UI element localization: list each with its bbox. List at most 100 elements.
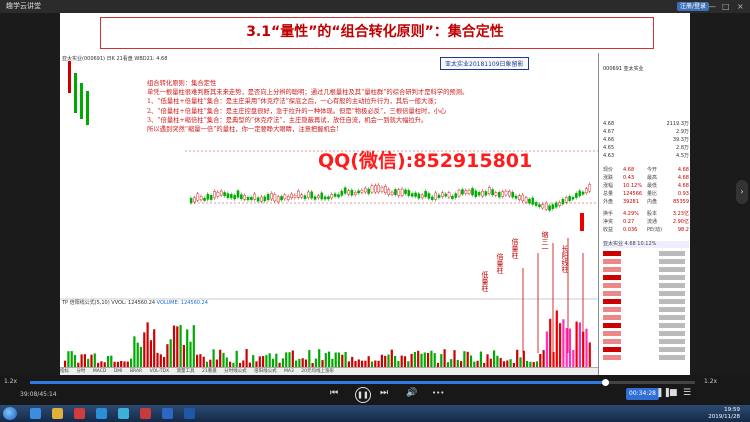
tab-item[interactable]: DMI: [114, 369, 123, 374]
candle: [290, 193, 293, 199]
candle: [477, 191, 481, 196]
candle: [467, 190, 471, 194]
quote-label: 收益: [603, 227, 614, 233]
volume-bar: [456, 360, 459, 367]
candle: [581, 191, 585, 195]
close-icon[interactable]: ×: [737, 0, 744, 13]
next-slide-button[interactable]: ›: [736, 180, 748, 204]
candle: [236, 190, 240, 198]
tab-item[interactable]: 测量工具: [177, 369, 195, 374]
annotation-long-yang: 长阳线柱: [561, 245, 569, 273]
tab-item[interactable]: MACD: [93, 369, 107, 374]
candle: [387, 189, 391, 195]
quote-label: 总量: [603, 191, 614, 197]
indicator-label: TP 倍阳线公式(5,10) VVOL: 124560.24 VOLUME: 1…: [62, 299, 208, 306]
tick-row: [603, 251, 621, 256]
annotation-shrink: 缩三一: [541, 231, 549, 252]
volume-bar: [166, 344, 169, 367]
app-icon[interactable]: [96, 408, 107, 419]
tab-item[interactable]: 分时线公式: [224, 369, 247, 374]
candle: [266, 194, 270, 201]
volume-bar: [110, 355, 113, 367]
candle: [300, 194, 303, 198]
candle: [431, 196, 434, 200]
start-button[interactable]: [3, 407, 17, 420]
ask-price: 4.66: [603, 137, 615, 143]
candle: [508, 191, 511, 197]
tab-item[interactable]: 分时: [76, 369, 85, 374]
speed-right[interactable]: 1.2x: [704, 378, 717, 385]
volume-bar: [575, 321, 578, 367]
volume-bar: [268, 353, 271, 367]
app-icon[interactable]: [184, 408, 195, 419]
candle: [286, 196, 290, 200]
tick-volume: [659, 251, 685, 256]
more-icon[interactable]: •••: [432, 389, 444, 397]
seek-bar[interactable]: [30, 379, 695, 386]
ask-row: 4.68 2119.3万: [603, 121, 689, 128]
volume-bar: [288, 352, 291, 367]
tab-item[interactable]: VOL-TDX: [150, 369, 169, 374]
pause-button[interactable]: ❚❚: [355, 387, 371, 403]
ask-volume: 2119.3万: [666, 121, 690, 127]
next-icon[interactable]: ⏭: [380, 388, 388, 398]
tick-row: [603, 323, 621, 328]
tick-row: [603, 259, 621, 264]
date-stamp: 亚太实业20181109日象留影: [440, 57, 529, 70]
quote-panel: 000691 亚太实业 4.68 2119.3万 4.67 2.9万 4.66 39.…: [598, 53, 690, 375]
candle: [588, 184, 592, 192]
candle: [276, 196, 280, 203]
candle: [518, 195, 521, 200]
app-icon[interactable]: [140, 408, 151, 419]
clock-date: 2019/11/28: [708, 413, 740, 420]
volume-bar: [380, 354, 383, 367]
prev-icon[interactable]: ⏮: [330, 388, 338, 398]
volume-bar: [433, 353, 436, 367]
volume-icon[interactable]: 🔊: [406, 388, 417, 398]
quote-row: 换手 4.29% 股本 3.23亿: [603, 211, 689, 218]
quote-label: 涨跌: [603, 175, 614, 181]
volume-bar: [496, 355, 499, 367]
tab-item[interactable]: 指标: [60, 369, 69, 374]
quote-value: 0.27: [623, 219, 635, 225]
speed-left[interactable]: 1.2x: [4, 378, 17, 385]
list-icon[interactable]: ☰: [683, 388, 691, 398]
tab-item[interactable]: 20元均线上涨形: [301, 369, 334, 374]
minimize-icon[interactable]: —: [708, 0, 716, 13]
login-button[interactable]: 注册/登录: [677, 2, 710, 11]
candle: [420, 194, 424, 199]
maximize-icon[interactable]: □: [722, 0, 730, 13]
volume-bar: [357, 359, 360, 367]
volume-bar: [159, 354, 162, 367]
app-icon[interactable]: [118, 408, 129, 419]
media-icon[interactable]: [74, 408, 85, 419]
ie-icon[interactable]: [30, 408, 41, 419]
quote-row: 涨跌 0.43 最高 4.68: [603, 175, 689, 182]
seek-knob[interactable]: [602, 379, 610, 386]
tab-item[interactable]: MA3: [284, 369, 294, 374]
tick-volume: [659, 331, 685, 336]
folder-icon[interactable]: [52, 408, 63, 419]
stop-icon[interactable]: ■: [669, 388, 678, 398]
quote-label: 净资: [603, 219, 614, 225]
quote-label: PE(动): [647, 227, 663, 233]
lesson-notes: 组合转化原则：集合定性 单凭一根量柱很难判断其未来走势，是否向上分辨的聪明；通过…: [147, 79, 587, 134]
tab-item[interactable]: 倍阳线公式: [254, 369, 277, 374]
ask-volume: 2.9万: [676, 129, 689, 135]
tick-volume: [659, 291, 685, 296]
volume-bar: [156, 352, 159, 367]
tab-item[interactable]: 21看盘: [202, 369, 217, 374]
candle: [374, 185, 377, 193]
volume-bar: [417, 350, 420, 367]
quote-row: 涨幅 10.12% 最低 4.68: [603, 183, 689, 190]
quote-row: 外盘 39281 内盘 85359: [603, 199, 689, 206]
candle: [434, 192, 437, 200]
app-icon[interactable]: [162, 408, 173, 419]
candle: [474, 190, 478, 198]
quote-row: 收益 0.036 PE(动) 98.2: [603, 227, 689, 234]
candle: [250, 197, 253, 200]
tick-volume: [659, 283, 685, 288]
volume-bar: [275, 353, 278, 367]
tab-item[interactable]: BRAR: [130, 369, 142, 374]
candle: [414, 192, 417, 197]
